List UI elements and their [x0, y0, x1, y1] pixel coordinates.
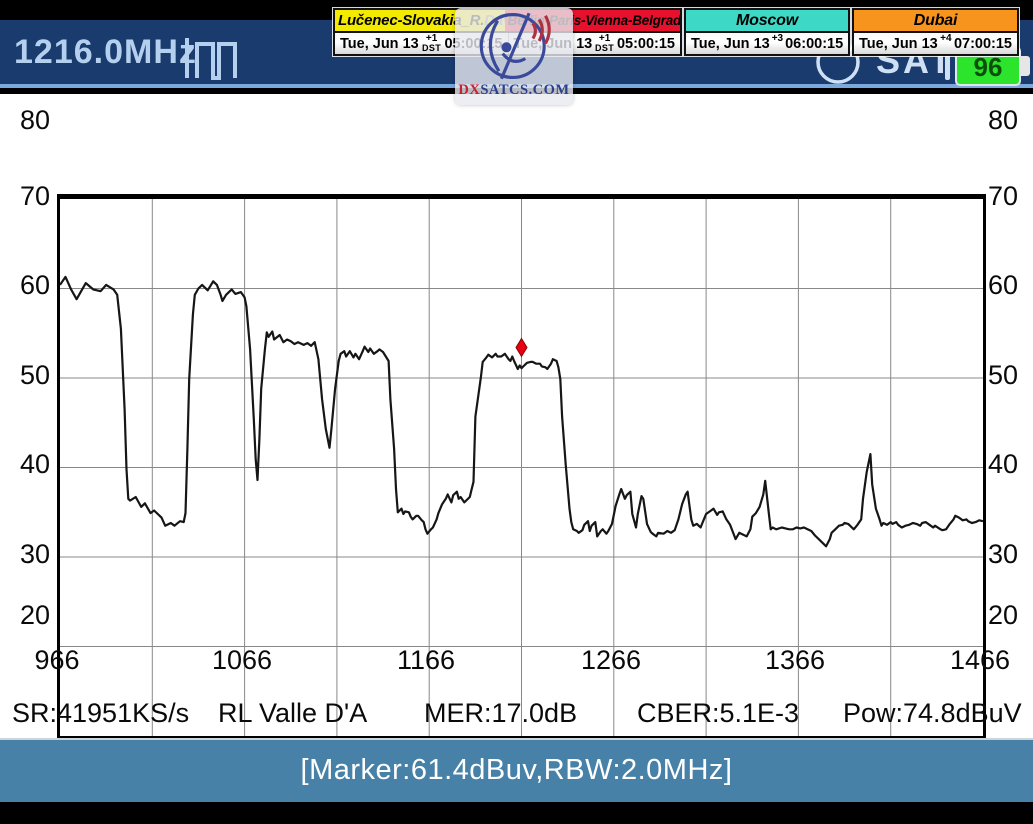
clock-label-row: Dubai [854, 10, 1017, 33]
timezone-offset: +1DST [595, 34, 614, 53]
y-tick-label-left: 50 [0, 361, 50, 389]
y-tick-label-left: 30 [0, 540, 50, 568]
clock-time-row: Tue, Jun 13 +3 06:00:15 [686, 33, 848, 54]
marker-diamond-icon [516, 338, 527, 356]
mer-readout: MER:17.0dB [424, 698, 577, 729]
x-tick-label: 1266 [581, 646, 641, 674]
power-readout: Pow:74.8dBuV [843, 698, 1022, 729]
timezone-offset: +4 [940, 34, 951, 53]
y-tick-label-right: 60 [988, 271, 1033, 299]
clock-time-row: Tue, Jun 13 +4 07:00:15 [854, 33, 1017, 54]
clock-date: Tue, Jun 13 [859, 36, 938, 52]
watermark-dx: DX [458, 82, 480, 98]
symbol-rate-readout: SR:41951KS/s [12, 698, 189, 729]
world-clock-overlay: Lučenec-Slovakia_R.Dávid Berlin-Paris-Vi… [333, 8, 1019, 56]
y-tick-label-left: 60 [0, 271, 50, 299]
clock-time: 06:00:15 [785, 36, 843, 52]
y-tick-label-right: 20 [988, 601, 1033, 629]
frequency-display: 1216.0MHz [14, 33, 197, 72]
clock-time-moscow: Tue, Jun 13 +3 06:00:15 [686, 33, 848, 54]
clock-time-dubai: Tue, Jun 13 +4 07:00:15 [854, 33, 1017, 54]
square-wave-icon [184, 35, 250, 81]
y-tick-label-left: 80 [0, 106, 50, 134]
clock-block-dubai: Dubai Tue, Jun 13 +4 07:00:15 [852, 8, 1019, 56]
y-tick-label-right: 70 [988, 182, 1033, 210]
y-tick-label-right: 50 [988, 361, 1033, 389]
watermark-text: DXSATCS.COM [458, 82, 569, 99]
clock-date: Tue, Jun 13 [340, 36, 419, 52]
clock-city-moscow: Moscow [686, 10, 848, 31]
x-tick-label: 1166 [397, 646, 455, 674]
clock-block-moscow: Moscow Tue, Jun 13 +3 06:00:15 [684, 8, 850, 56]
clock-time: 05:00:15 [617, 36, 675, 52]
x-tick-label: 1066 [212, 646, 272, 674]
clock-time: 07:00:15 [954, 36, 1012, 52]
city-name: Dubai [914, 12, 957, 29]
y-tick-label-left: 20 [0, 601, 50, 629]
dxsatcs-watermark: DXSATCS.COM [455, 8, 573, 105]
clock-city-dubai: Dubai [854, 10, 1017, 31]
clock-date: Tue, Jun 13 [691, 36, 770, 52]
spectrum-chart-panel [0, 94, 1033, 738]
y-tick-label-right: 40 [988, 450, 1033, 478]
timezone-offset: +1DST [422, 34, 441, 53]
marker-status-bar: [Marker:61.4dBuv,RBW:2.0MHz] [0, 738, 1033, 802]
city-name: Moscow [736, 12, 798, 29]
watermark-rest: SATCS.COM [480, 82, 569, 98]
y-tick-label-left: 70 [0, 182, 50, 210]
device-screen: 1216.0MHz SAT 96 80807070606050504040303… [0, 0, 1033, 824]
timezone-offset: +3 [772, 34, 783, 53]
channel-name-readout: RL Valle D'A [218, 698, 367, 729]
x-tick-label: 1466 [950, 646, 1010, 674]
cber-readout: CBER:5.1E-3 [637, 698, 799, 729]
spectrum-trace-svg [60, 199, 983, 736]
dxsatcs-logo-icon [475, 8, 553, 84]
marker-readout-text: [Marker:61.4dBuv,RBW:2.0MHz] [301, 754, 733, 786]
y-tick-label-right: 80 [988, 106, 1033, 134]
x-tick-label: 1366 [765, 646, 825, 674]
battery-nub [1021, 56, 1030, 76]
clock-label-row: Moscow [686, 10, 848, 33]
spectrum-plot-area [57, 194, 986, 739]
y-tick-label-left: 40 [0, 450, 50, 478]
x-tick-label: 966 [34, 646, 79, 674]
y-tick-label-right: 30 [988, 540, 1033, 568]
